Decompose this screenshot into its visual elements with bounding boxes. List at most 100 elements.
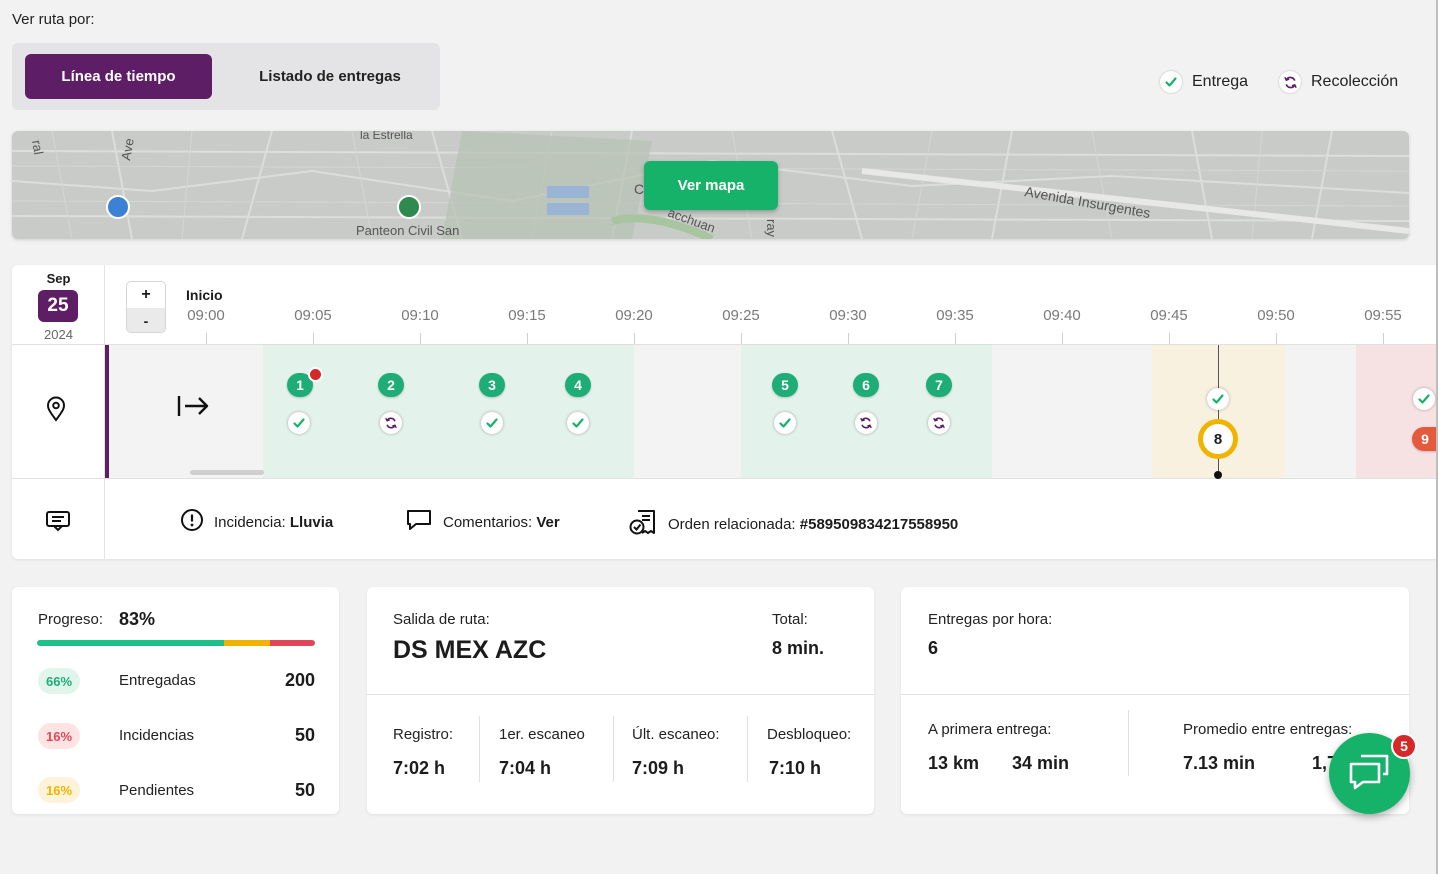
comments-item[interactable]: Comentarios: Ver: [405, 508, 560, 536]
pending-label: Pendientes: [119, 782, 195, 799]
last-scan-value: 7:09 h: [632, 758, 685, 778]
comments-link[interactable]: Ver: [536, 514, 559, 531]
check-icon: [567, 412, 589, 434]
first-delivery-label: A primera entrega:: [928, 721, 1052, 738]
zoom-control: + -: [126, 281, 166, 333]
legend-pickup: Recolección: [1279, 71, 1398, 93]
stop-pin-6[interactable]: 6: [853, 373, 879, 397]
check-icon: [774, 412, 796, 434]
chat-icon: [1347, 750, 1393, 797]
stop-pin-7[interactable]: 7: [926, 373, 952, 397]
refresh-icon: [380, 412, 402, 434]
check-icon: [1207, 388, 1229, 410]
stop-pin-4[interactable]: 4: [565, 373, 591, 397]
unlock-value: 7:10 h: [769, 758, 822, 778]
time-tick: 09:05: [294, 307, 332, 324]
incidence-item[interactable]: Incidencia: Lluvia: [180, 508, 333, 536]
incidence-value: Lluvia: [289, 513, 334, 531]
location-pin-icon: [45, 396, 67, 427]
first-delivery-min: 34 min: [1012, 753, 1070, 773]
related-order-item[interactable]: Orden relacionada: #589509834217558950: [628, 508, 958, 540]
departure-label: Salida de ruta:: [393, 611, 490, 628]
map-label-ral: ral: [29, 139, 46, 156]
chat-bubble-icon: [405, 508, 433, 536]
total-value: 8 min.: [772, 638, 825, 658]
pending-pct-badge: 16%: [38, 777, 80, 803]
receipt-check-icon: [628, 508, 658, 540]
alert-dot: [308, 367, 323, 382]
incidents-count: 50: [294, 725, 315, 745]
zoom-in-button[interactable]: +: [127, 282, 165, 308]
stop-pin-3[interactable]: 3: [479, 373, 505, 397]
alert-circle-icon: [180, 508, 204, 536]
legend-delivery-label: Entrega: [1192, 73, 1249, 90]
delivered-count: 200: [284, 670, 315, 690]
per-hour-value: 6: [928, 638, 939, 658]
view-map-button[interactable]: Ver mapa: [644, 161, 778, 210]
avg-min: 7.13 min: [1183, 753, 1256, 773]
current-time-dot: [1214, 471, 1222, 479]
comments-icon: [45, 510, 71, 537]
stop-pin-5[interactable]: 5: [772, 373, 798, 397]
time-tick: 09:25: [722, 307, 760, 324]
incidents-pct-badge: 16%: [38, 723, 80, 749]
time-tick: 09:00: [187, 307, 225, 324]
time-tick: 09:45: [1150, 307, 1188, 324]
related-order-label: Orden relacionada:: [668, 515, 796, 533]
check-icon: [1160, 71, 1182, 93]
timeline-scrollbar[interactable]: [190, 470, 264, 475]
stop-pin-9[interactable]: 9: [1412, 427, 1438, 451]
refresh-icon: [855, 412, 877, 434]
chat-badge: 5: [1391, 733, 1417, 759]
time-tick: 09:50: [1257, 307, 1295, 324]
per-hour-label: Entregas por hora:: [928, 611, 1053, 628]
first-scan-value: 7:04 h: [499, 758, 552, 778]
related-order-value[interactable]: #589509834217558950: [800, 516, 959, 533]
time-tick: 09:55: [1364, 307, 1402, 324]
progress-label: Progreso:: [38, 611, 104, 628]
incidents-label: Incidencias: [119, 727, 195, 744]
first-scan-label: 1er. escaneo: [499, 726, 585, 743]
last-scan-label: Últ. escaneo:: [632, 726, 720, 743]
time-tick: 09:40: [1043, 307, 1081, 324]
delivered-label: Entregadas: [119, 672, 196, 689]
legend-delivery: Entrega: [1160, 71, 1248, 93]
stop-pin-8-current[interactable]: 8: [1198, 419, 1238, 459]
refresh-icon: [928, 412, 950, 434]
check-icon: [481, 412, 503, 434]
time-tick: 09:10: [401, 307, 439, 324]
date-month: Sep: [46, 271, 71, 286]
map-label-ray: ray: [764, 219, 779, 238]
registro-value: 7:02 h: [393, 758, 446, 778]
progress-bar: [37, 640, 315, 646]
map-label-estrella: la Estrella: [360, 131, 413, 142]
date-day: 25: [38, 290, 78, 322]
time-tick: 09:20: [615, 307, 653, 324]
zoom-out-button[interactable]: -: [127, 308, 165, 332]
route-start-arrow-icon: [177, 393, 211, 424]
legend-pickup-label: Recolección: [1311, 73, 1399, 90]
time-tick: 09:30: [829, 307, 867, 324]
delivered-pct-badge: 66%: [38, 668, 80, 694]
total-label: Total:: [772, 611, 808, 628]
pending-count: 50: [294, 780, 315, 800]
unlock-label: Desbloqueo:: [767, 726, 852, 743]
time-tick: 09:35: [936, 307, 974, 324]
check-icon: [288, 412, 310, 434]
avg-label: Promedio entre entregas:: [1183, 721, 1353, 738]
departure-value: DS MEX AZC: [393, 636, 547, 664]
check-icon: [1413, 388, 1435, 410]
first-delivery-km: 13 km: [928, 753, 980, 773]
date-year: 2024: [44, 327, 73, 342]
map-label-panteon: Panteon Civil San: [356, 223, 459, 238]
progress-value: 83%: [119, 609, 156, 629]
comments-label: Comentarios:: [443, 513, 533, 531]
registro-label: Registro:: [393, 726, 454, 743]
tab-timeline[interactable]: Línea de tiempo: [25, 54, 212, 99]
view-label: Ver ruta por:: [12, 11, 95, 28]
time-tick: 09:15: [508, 307, 546, 324]
map-label-c: C: [634, 181, 644, 197]
view-toggle: Línea de tiempo Listado de entregas: [12, 43, 440, 110]
stop-pin-2[interactable]: 2: [378, 373, 404, 397]
tab-delivery-list[interactable]: Listado de entregas: [225, 54, 435, 99]
